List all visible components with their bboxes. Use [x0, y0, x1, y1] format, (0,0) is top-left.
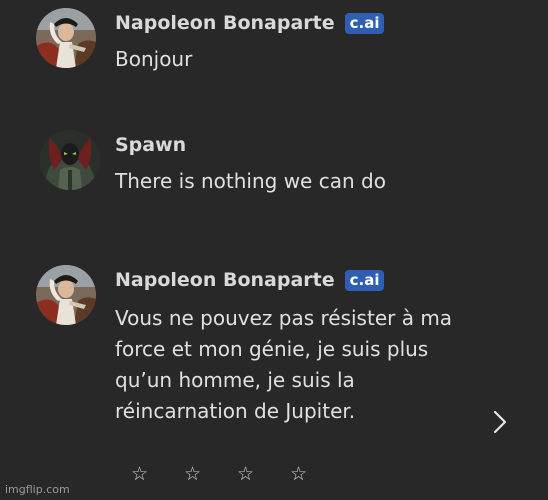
author-name: Napoleon Bonaparte: [115, 269, 335, 291]
message-header: Napoleon Bonaparte c.ai: [115, 268, 385, 292]
star-icon[interactable]: ☆: [184, 462, 237, 486]
napoleon-avatar[interactable]: [36, 8, 96, 68]
message-text-line: Vous ne pouvez pas résister à ma: [115, 306, 453, 330]
message-header: Napoleon Bonaparte c.ai: [115, 11, 385, 35]
napoleon-avatar[interactable]: [36, 265, 96, 325]
chevron-right-icon[interactable]: [489, 406, 513, 438]
message-text: Bonjour: [115, 47, 193, 71]
napoleon-portrait-icon: [36, 265, 96, 325]
message-text-line: force et mon génie, je suis plus: [115, 337, 429, 361]
imgflip-watermark: imgflip.com: [5, 483, 70, 496]
message-text: Vous ne pouvez pas résister à ma force e…: [115, 303, 475, 427]
star-rating: ☆ ☆ ☆ ☆: [131, 462, 343, 486]
author-name: Napoleon Bonaparte: [115, 12, 335, 34]
star-icon[interactable]: ☆: [131, 462, 184, 486]
cai-badge: c.ai: [344, 269, 385, 291]
message-text-line: qu’un homme, je suis la: [115, 368, 355, 392]
star-icon[interactable]: ☆: [290, 462, 343, 486]
author-name: Spawn: [115, 134, 187, 156]
napoleon-portrait-icon: [36, 8, 96, 68]
spawn-avatar[interactable]: [40, 130, 100, 190]
message-header: Spawn: [115, 133, 186, 157]
chat-page: Napoleon Bonaparte c.ai Bonjour Spawn Th…: [0, 0, 548, 500]
spawn-portrait-icon: [40, 130, 100, 190]
star-icon[interactable]: ☆: [237, 462, 290, 486]
cai-badge: c.ai: [344, 12, 385, 34]
message-text-line: réincarnation de Jupiter.: [115, 399, 356, 423]
message-text: There is nothing we can do: [115, 169, 386, 193]
